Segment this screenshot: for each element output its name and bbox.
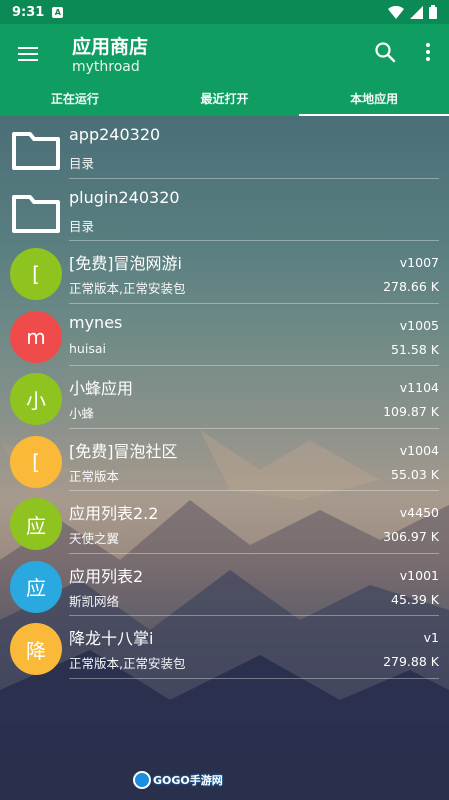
item-size: 51.58 K: [391, 341, 439, 357]
divider: [69, 677, 439, 679]
folder-icon: [12, 194, 60, 233]
list-item[interactable]: [ [免费]冒泡社区 正常版本 v1004 55.03 K: [0, 429, 449, 491]
app-bar: 应用商店 mythroad: [0, 24, 449, 86]
app-avatar: 应: [10, 498, 62, 550]
menu-icon[interactable]: [16, 43, 40, 67]
watermark-text: GOGO手游网: [153, 774, 223, 787]
app-list: app240320 目录 plugin240320 目录 [ [免费]冒泡网游i…: [0, 116, 449, 679]
list-item[interactable]: 小 小蜂应用 小蜂 v1104 109.87 K: [0, 366, 449, 429]
app-avatar: [: [10, 435, 62, 488]
item-size: 109.87 K: [383, 404, 439, 419]
list-item[interactable]: m mynes huisai v1005 51.58 K: [0, 304, 449, 366]
item-desc: 正常版本,正常安装包: [69, 281, 186, 296]
app-avatar: m: [10, 310, 62, 363]
item-desc: 正常版本: [69, 468, 120, 484]
item-name: 应用列表2.2: [69, 504, 159, 523]
item-size: 279.88 K: [383, 654, 439, 669]
item-name: app240320: [69, 125, 161, 144]
list-item[interactable]: plugin240320 目录: [0, 179, 449, 241]
tab-bar: 正在运行 最近打开 本地应用: [0, 86, 449, 116]
list-item[interactable]: 应 应用列表2 斯凯网络 v1001 45.39 K: [0, 554, 449, 616]
item-desc: 目录: [69, 218, 95, 234]
item-name: plugin240320: [69, 187, 180, 207]
status-time: 9:31: [12, 4, 45, 20]
status-bar: 9:31 A: [0, 0, 449, 24]
item-name: 小蜂应用: [69, 379, 134, 398]
item-name: [免费]冒泡社区: [69, 441, 178, 461]
item-size: 55.03 K: [391, 466, 439, 482]
item-size: 45.39 K: [391, 591, 439, 607]
cellular-signal-icon: [410, 5, 423, 19]
app-avatar: 应: [10, 560, 62, 613]
battery-icon: [429, 5, 437, 19]
notification-icon: A: [52, 6, 64, 18]
list-item[interactable]: 应 应用列表2.2 天使之翼 v4450 306.97 K: [0, 491, 449, 554]
item-size: 306.97 K: [383, 529, 439, 544]
more-options-icon[interactable]: [416, 40, 440, 64]
app-avatar: 降: [10, 623, 62, 675]
app-avatar: 小: [10, 373, 62, 425]
item-name: [免费]冒泡网游i: [69, 254, 182, 273]
item-name: mynes: [69, 312, 123, 332]
tab-recent[interactable]: 最近打开: [150, 86, 300, 116]
wifi-icon: [388, 5, 404, 19]
search-icon[interactable]: [373, 40, 397, 64]
item-version: v1001: [399, 567, 439, 583]
item-version: v1005: [399, 317, 439, 333]
list-item[interactable]: [ [免费]冒泡网游i 正常版本,正常安装包 v1007 278.66 K: [0, 241, 449, 304]
item-version: v1: [423, 630, 439, 645]
item-desc: huisai: [69, 340, 106, 356]
tab-local-apps[interactable]: 本地应用: [299, 86, 449, 116]
item-desc: 小蜂: [69, 406, 95, 421]
item-name: 应用列表2: [69, 566, 144, 586]
item-desc: 斯凯网络: [69, 593, 120, 609]
item-size: 278.66 K: [383, 279, 439, 294]
folder-icon: [12, 132, 60, 170]
status-icons: [388, 5, 437, 19]
item-version: v1007: [399, 255, 439, 270]
list-item[interactable]: 降 降龙十八掌i 正常版本,正常安装包 v1 279.88 K: [0, 616, 449, 679]
item-version: v4450: [399, 505, 439, 520]
item-version: v1104: [399, 380, 439, 395]
item-version: v1004: [399, 442, 439, 458]
watermark-logo: GOGO手游网: [133, 768, 225, 792]
logo-icon: [133, 771, 151, 789]
item-name: 降龙十八掌i: [69, 629, 154, 648]
item-desc: 正常版本,正常安装包: [69, 656, 186, 671]
page-subtitle: mythroad: [72, 59, 140, 75]
tab-running[interactable]: 正在运行: [0, 86, 150, 116]
item-desc: 目录: [69, 156, 95, 171]
page-title: 应用商店: [72, 36, 149, 58]
app-avatar: [: [10, 248, 62, 300]
list-item[interactable]: app240320 目录: [0, 116, 449, 179]
item-desc: 天使之翼: [69, 531, 120, 546]
